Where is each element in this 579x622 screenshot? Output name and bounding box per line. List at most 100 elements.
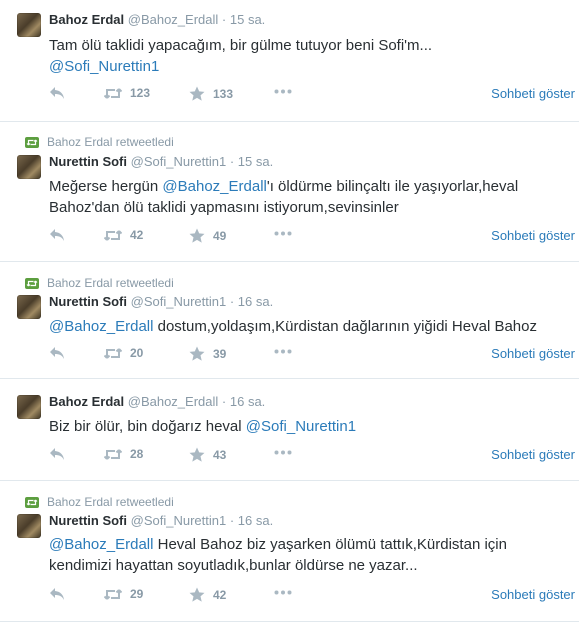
retweet-icon — [25, 136, 39, 148]
retweet-count: 29 — [130, 587, 144, 601]
show-conversation-link[interactable]: Sohbeti göster — [491, 228, 575, 243]
reply-icon — [50, 347, 64, 359]
text-segment: Biz bir ölür, bin doğarız heval — [49, 418, 246, 435]
retweet-button[interactable]: 29 — [104, 587, 143, 601]
tweet[interactable]: Bahoz Erdal retweetledi Nurettin Sofi @S… — [0, 122, 579, 262]
retweeted-by-label[interactable]: Bahoz Erdal retweetledi — [47, 135, 174, 149]
show-conversation-link[interactable]: Sohbeti göster — [491, 346, 575, 361]
retweeted-by-label[interactable]: Bahoz Erdal retweetledi — [47, 276, 174, 290]
user-handle[interactable]: @Sofi_Nurettin1 — [131, 294, 227, 309]
retweet-icon — [104, 588, 122, 600]
more-icon — [274, 231, 292, 236]
retweet-count: 20 — [130, 346, 144, 360]
favorite-button[interactable]: 39 — [189, 346, 226, 362]
favorite-count: 133 — [213, 87, 234, 101]
mention-link[interactable]: @Sofi_Nurettin1 — [246, 418, 356, 435]
more-icon — [274, 590, 292, 595]
text-segment: Meğerse hergün — [49, 178, 163, 195]
tweet-text: @Bahoz_Erdall Heval Bahoz biz yaşarken ö… — [49, 534, 567, 576]
tweet-text: @Bahoz_Erdall dostum,yoldaşım,Kürdistan … — [49, 316, 567, 337]
retweet-count: 123 — [130, 86, 151, 100]
avatar[interactable] — [17, 13, 41, 37]
avatar[interactable] — [17, 395, 41, 419]
user-handle[interactable]: @Sofi_Nurettin1 — [131, 154, 227, 169]
user-name[interactable]: Nurettin Sofi — [49, 154, 127, 169]
favorite-button[interactable]: 133 — [189, 86, 233, 102]
tweet-time[interactable]: 15 sa. — [230, 12, 265, 27]
retweeted-by-label[interactable]: Bahoz Erdal retweetledi — [47, 495, 174, 509]
retweet-button[interactable]: 42 — [104, 228, 143, 242]
star-icon — [189, 346, 205, 361]
retweet-count: 42 — [130, 228, 144, 242]
favorite-button[interactable]: 43 — [189, 447, 226, 463]
reply-button[interactable] — [49, 587, 65, 601]
user-name[interactable]: Nurettin Sofi — [49, 294, 127, 309]
show-conversation-link[interactable]: Sohbeti göster — [491, 447, 575, 462]
retweet-button[interactable]: 123 — [104, 86, 150, 100]
retweet-icon — [25, 496, 39, 508]
mention-link[interactable]: @Sofi_Nurettin1 — [49, 58, 159, 75]
reply-icon — [50, 229, 64, 241]
more-button[interactable] — [274, 89, 292, 94]
reply-icon — [50, 448, 64, 460]
tweet-header: Bahoz Erdal @Bahoz_Erdall · 15 sa. — [49, 12, 265, 27]
user-handle[interactable]: @Bahoz_Erdall — [128, 12, 219, 27]
tweet[interactable]: Bahoz Erdal @Bahoz_Erdall · 16 sa. Biz b… — [0, 379, 579, 481]
mention-link[interactable]: @Bahoz_Erdall — [49, 318, 153, 335]
retweet-context: Bahoz Erdal retweetledi — [25, 495, 174, 509]
user-handle[interactable]: @Sofi_Nurettin1 — [131, 513, 227, 528]
separator-dot: · — [229, 154, 235, 169]
more-button[interactable] — [274, 450, 292, 455]
retweet-icon — [104, 448, 122, 460]
more-button[interactable] — [274, 349, 292, 354]
retweet-icon — [104, 229, 122, 241]
user-handle[interactable]: @Bahoz_Erdall — [128, 394, 219, 409]
tweet-time[interactable]: 16 sa. — [230, 394, 265, 409]
more-button[interactable] — [274, 231, 292, 236]
user-name[interactable]: Bahoz Erdal — [49, 394, 124, 409]
reply-button[interactable] — [49, 228, 65, 242]
reply-button[interactable] — [49, 447, 65, 461]
favorite-count: 49 — [213, 229, 227, 243]
tweet-time[interactable]: 16 sa. — [238, 513, 273, 528]
tweet-actions: 28 43 Sohbeti göster — [49, 447, 579, 465]
avatar[interactable] — [17, 295, 41, 319]
tweet-header: Nurettin Sofi @Sofi_Nurettin1 · 15 sa. — [49, 154, 273, 169]
reply-icon — [50, 588, 64, 600]
avatar[interactable] — [17, 155, 41, 179]
user-name[interactable]: Bahoz Erdal — [49, 12, 124, 27]
avatar[interactable] — [17, 514, 41, 538]
reply-icon — [50, 87, 64, 99]
favorite-count: 39 — [213, 347, 227, 361]
tweet[interactable]: Bahoz Erdal @Bahoz_Erdall · 15 sa. Tam ö… — [0, 0, 579, 122]
retweet-button[interactable]: 20 — [104, 346, 143, 360]
mention-link[interactable]: @Bahoz_Erdall — [162, 178, 266, 195]
tweet-actions: 42 49 Sohbeti göster — [49, 228, 579, 246]
more-icon — [274, 450, 292, 455]
favorite-count: 43 — [213, 448, 227, 462]
more-button[interactable] — [274, 590, 292, 595]
tweet-time[interactable]: 16 sa. — [238, 294, 273, 309]
favorite-button[interactable]: 49 — [189, 228, 226, 244]
reply-button[interactable] — [49, 86, 65, 100]
star-icon — [189, 86, 205, 101]
mention-link[interactable]: @Bahoz_Erdall — [49, 536, 153, 553]
tweet[interactable]: Bahoz Erdal retweetledi Nurettin Sofi @S… — [0, 262, 579, 379]
user-name[interactable]: Nurettin Sofi — [49, 513, 127, 528]
retweet-button[interactable]: 28 — [104, 447, 143, 461]
reply-button[interactable] — [49, 346, 65, 360]
tweet-actions: 123 133 Sohbeti göster — [49, 86, 579, 104]
star-icon — [189, 447, 205, 462]
retweet-icon — [104, 87, 122, 99]
tweet-text: Meğerse hergün @Bahoz_Erdall'ı öldürme b… — [49, 176, 567, 218]
favorite-button[interactable]: 42 — [189, 587, 226, 603]
retweet-icon — [25, 277, 39, 289]
tweet[interactable]: Bahoz Erdal retweetledi Nurettin Sofi @S… — [0, 481, 579, 622]
tweet-actions: 20 39 Sohbeti göster — [49, 346, 579, 364]
show-conversation-link[interactable]: Sohbeti göster — [491, 587, 575, 602]
show-conversation-link[interactable]: Sohbeti göster — [491, 86, 575, 101]
separator-dot: · — [221, 394, 227, 409]
tweet-time[interactable]: 15 sa. — [238, 154, 273, 169]
separator-dot: · — [221, 12, 227, 27]
tweet-actions: 29 42 Sohbeti göster — [49, 587, 579, 605]
